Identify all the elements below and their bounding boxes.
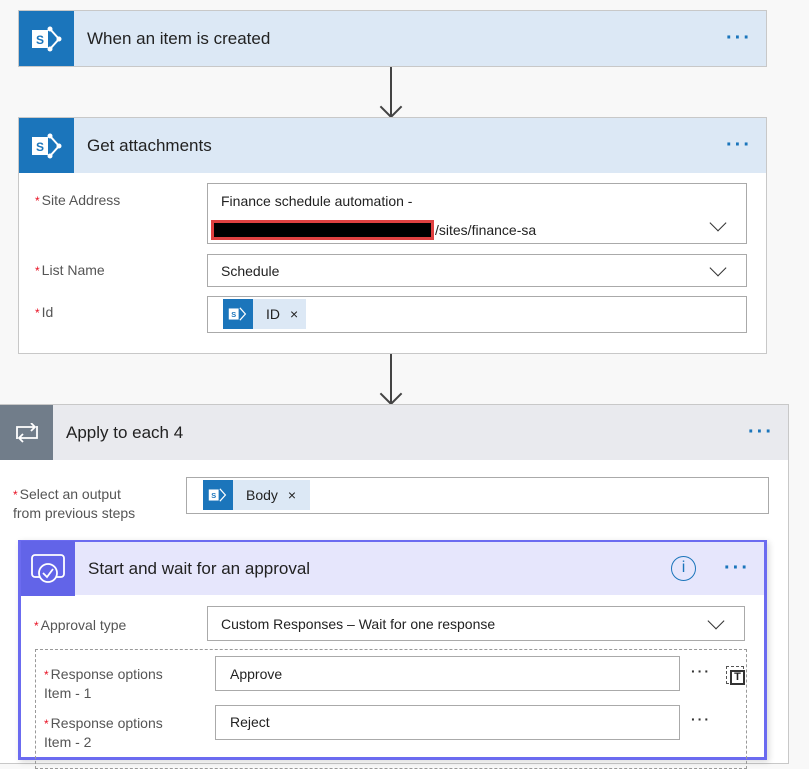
- svg-text:S: S: [36, 33, 44, 47]
- more-options-button[interactable]: ···: [726, 27, 752, 50]
- approval-title: Start and wait for an approval: [88, 558, 311, 578]
- required-marker: *: [34, 619, 39, 633]
- sharepoint-icon: S: [223, 299, 253, 329]
- more-options-button[interactable]: ···: [726, 134, 752, 157]
- chevron-down-icon[interactable]: [709, 214, 727, 232]
- label-text: Approval type: [40, 617, 127, 633]
- more-options-button[interactable]: ···: [748, 421, 774, 444]
- trigger-title: When an item is created: [87, 28, 271, 48]
- approval-type-label: * Approval type: [34, 616, 126, 635]
- required-marker: *: [44, 668, 49, 682]
- label-text: List Name: [41, 262, 105, 278]
- more-options-button[interactable]: ···: [691, 663, 711, 679]
- label-text: Id: [41, 304, 54, 320]
- site-address-line1: Finance schedule automation -: [221, 193, 413, 209]
- label-text: Site Address: [41, 192, 121, 208]
- more-options-button[interactable]: ···: [691, 711, 711, 727]
- label-text: Response options: [50, 666, 163, 682]
- redacted-block: [211, 220, 434, 240]
- apply-to-each-title: Apply to each 4: [66, 422, 184, 442]
- chevron-down-icon[interactable]: [709, 259, 727, 276]
- svg-text:S: S: [211, 491, 216, 500]
- get-attachments-header[interactable]: S Get attachments ···: [19, 118, 766, 173]
- info-icon[interactable]: i: [671, 556, 697, 581]
- list-name-label: * List Name: [35, 261, 105, 280]
- required-marker: *: [44, 717, 49, 731]
- text-mode-icon[interactable]: T: [726, 666, 745, 685]
- remove-token-icon[interactable]: ×: [288, 487, 296, 503]
- trigger-card[interactable]: S When an item is created ···: [18, 10, 767, 67]
- body-token[interactable]: S Body ×: [203, 480, 311, 510]
- loop-icon: [0, 405, 53, 460]
- token-label: Body: [246, 487, 278, 503]
- approval-header[interactable]: Start and wait for an approval i ···: [21, 541, 764, 596]
- response-option-label: * Response options Item - 2: [44, 714, 163, 751]
- svg-text:S: S: [231, 310, 236, 319]
- select-output-label: * Select an output from previous steps: [13, 485, 135, 522]
- get-attachments-card[interactable]: S Get attachments ··· * Site Address Fina…: [18, 117, 767, 354]
- token-label: ID: [266, 306, 280, 322]
- response-value: Approve: [230, 666, 283, 682]
- sharepoint-icon: S: [203, 480, 233, 510]
- site-address-label: * Site Address: [35, 191, 120, 210]
- response-option-label: * Response options Item - 1: [44, 665, 163, 702]
- required-marker: *: [35, 264, 40, 278]
- list-name-select[interactable]: Schedule: [207, 254, 747, 287]
- label-text: Response options: [50, 715, 163, 731]
- apply-to-each-header[interactable]: Apply to each 4 ···: [0, 405, 788, 460]
- get-attachments-title: Get attachments: [87, 135, 212, 155]
- label-text: Item - 1: [44, 685, 92, 701]
- svg-text:S: S: [36, 140, 44, 154]
- required-marker: *: [13, 488, 18, 502]
- response-option-input[interactable]: Reject: [215, 705, 680, 740]
- chevron-down-icon[interactable]: [707, 612, 725, 629]
- approval-card[interactable]: Start and wait for an approval i ··· * Ap…: [18, 540, 767, 769]
- response-option-input[interactable]: Approve: [215, 656, 680, 691]
- response-value: Reject: [230, 714, 270, 730]
- sharepoint-icon: S: [19, 11, 74, 66]
- approval-type-select[interactable]: Custom Responses – Wait for one response: [207, 606, 745, 641]
- approval-icon: [21, 541, 75, 596]
- flow-arrow: [390, 67, 392, 116]
- trigger-header[interactable]: S When an item is created ···: [19, 11, 766, 66]
- response-options-group: * Response options Item - 1 Approve ··· T …: [35, 649, 747, 769]
- list-name-value: Schedule: [221, 263, 280, 279]
- id-label: * Id: [35, 303, 53, 322]
- approval-type-value: Custom Responses – Wait for one response: [221, 616, 496, 632]
- site-address-line2: /sites/finance-sa: [435, 222, 537, 238]
- label-text: Select an output: [19, 486, 121, 502]
- more-options-button[interactable]: ···: [724, 557, 750, 580]
- required-marker: *: [35, 194, 40, 208]
- label-text: from previous steps: [13, 505, 136, 521]
- required-marker: *: [35, 306, 40, 320]
- id-input[interactable]: S ID ×: [207, 296, 747, 333]
- id-token[interactable]: S ID ×: [223, 299, 307, 329]
- text-mode-glyph: T: [730, 670, 745, 685]
- flow-arrow: [390, 354, 392, 403]
- remove-token-icon[interactable]: ×: [290, 306, 298, 322]
- sharepoint-icon: S: [19, 118, 74, 173]
- site-address-select[interactable]: Finance schedule automation - /sites/fin…: [207, 183, 747, 244]
- select-output-input[interactable]: S Body ×: [186, 477, 769, 514]
